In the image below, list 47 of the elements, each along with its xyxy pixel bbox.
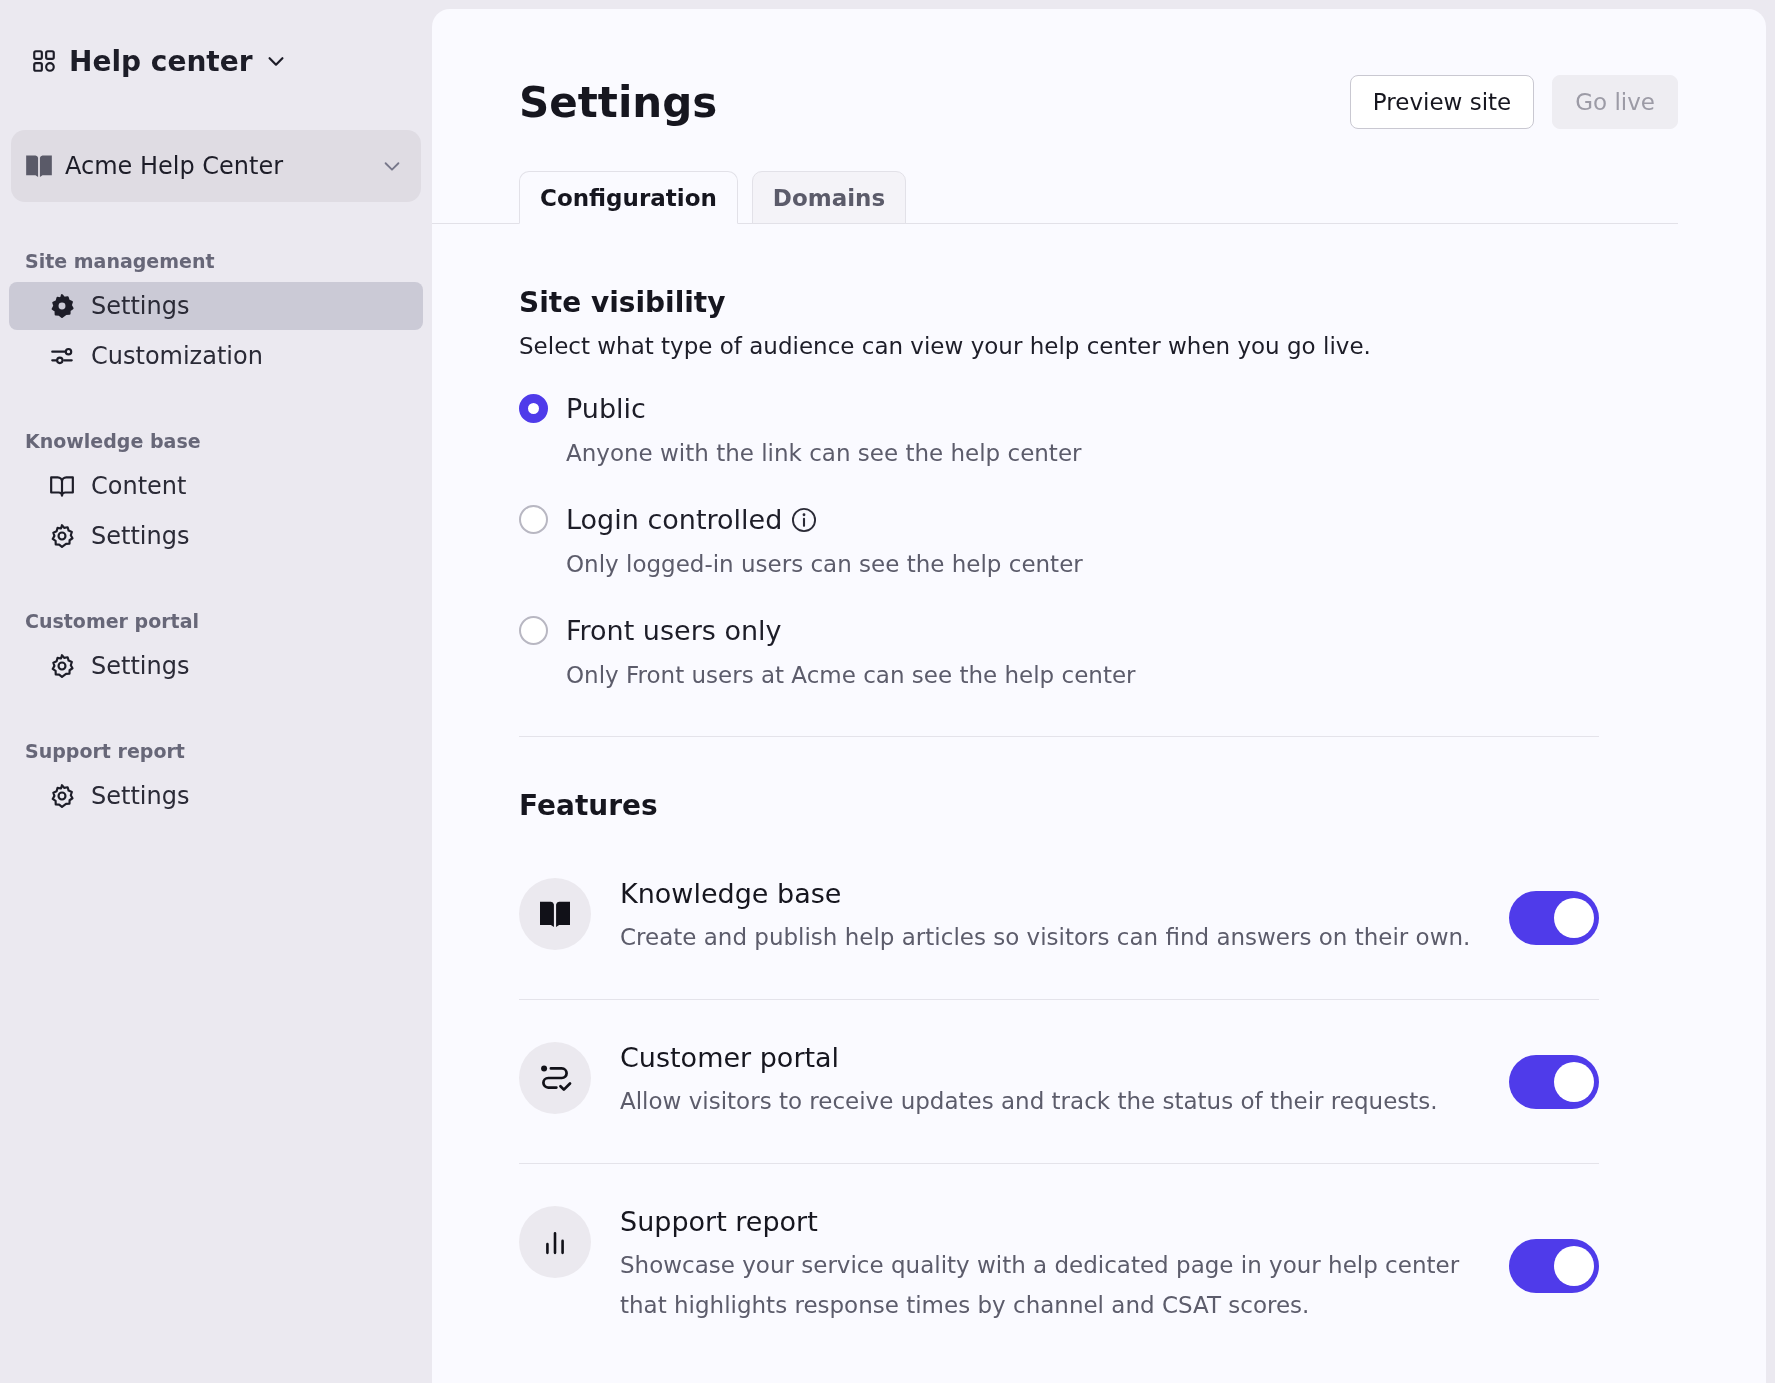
site-selector[interactable]: Acme Help Center: [11, 130, 421, 202]
sidebar-item[interactable]: Settings: [9, 772, 423, 820]
section-heading: Knowledge base: [24, 430, 202, 452]
app-title[interactable]: Help center: [69, 44, 253, 78]
sidebar-item[interactable]: Settings: [9, 512, 423, 560]
radio-button[interactable]: [519, 616, 548, 645]
feature-description: Allow visitors to receive updates and track the status of their requests.: [620, 1087, 1439, 1116]
feature-title: Support report: [620, 1206, 819, 1237]
book-icon: [25, 153, 53, 179]
sidebar-item[interactable]: Settings: [9, 282, 423, 330]
route-check-icon: [538, 1063, 572, 1093]
toggle-switch[interactable]: [1509, 890, 1599, 945]
feature-description: Showcase your service quality with a dedicated page in your help center that highlights response times by channel and CSAT scores.: [620, 1251, 1461, 1320]
option-description: Only logged-in users can see the help center: [566, 551, 1084, 577]
option-description: Anyone with the link can see the help center: [566, 440, 1083, 466]
section-heading: Support report: [24, 740, 186, 762]
section-description: Select what type of audience can view your help center when you go live.: [519, 333, 1372, 359]
section-heading: Site management: [24, 250, 216, 272]
grid-icon: [31, 48, 57, 74]
preview-button[interactable]: Preview site: [1349, 75, 1535, 129]
option-description: Only Front users at Acme can see the help center: [566, 662, 1137, 688]
option-label[interactable]: Public: [566, 393, 646, 424]
feature-title: Knowledge base: [620, 878, 843, 909]
page-title: Settings: [519, 77, 719, 127]
settings-icon: [49, 653, 75, 679]
feature-description: Create and publish help articles so visitors can find answers on their own.: [620, 923, 1472, 952]
section-heading: Customer portal: [24, 610, 201, 632]
radio-button[interactable]: [519, 505, 548, 534]
tab[interactable]: Domains: [751, 171, 907, 224]
section-heading: Site visibility: [519, 286, 727, 319]
sidebar-item[interactable]: Customization: [9, 332, 423, 380]
book-icon: [49, 473, 75, 499]
tab[interactable]: Configuration: [519, 171, 738, 224]
option-label[interactable]: Front users only: [566, 615, 782, 646]
section-heading: Features: [519, 789, 659, 822]
info-icon[interactable]: [790, 505, 819, 534]
settings-icon: [49, 523, 75, 549]
sidebar-item[interactable]: Settings: [9, 642, 423, 690]
option-label[interactable]: Login controlled: [566, 504, 783, 535]
book-icon: [538, 899, 572, 929]
settings-icon: [49, 783, 75, 809]
feature-title: Customer portal: [620, 1042, 841, 1073]
sidebar-item[interactable]: Content: [9, 462, 423, 510]
radio-button[interactable]: [519, 394, 548, 423]
toggle-switch[interactable]: [1509, 1054, 1599, 1109]
settings-icon: [49, 293, 75, 319]
toggle-switch[interactable]: [1509, 1238, 1599, 1293]
